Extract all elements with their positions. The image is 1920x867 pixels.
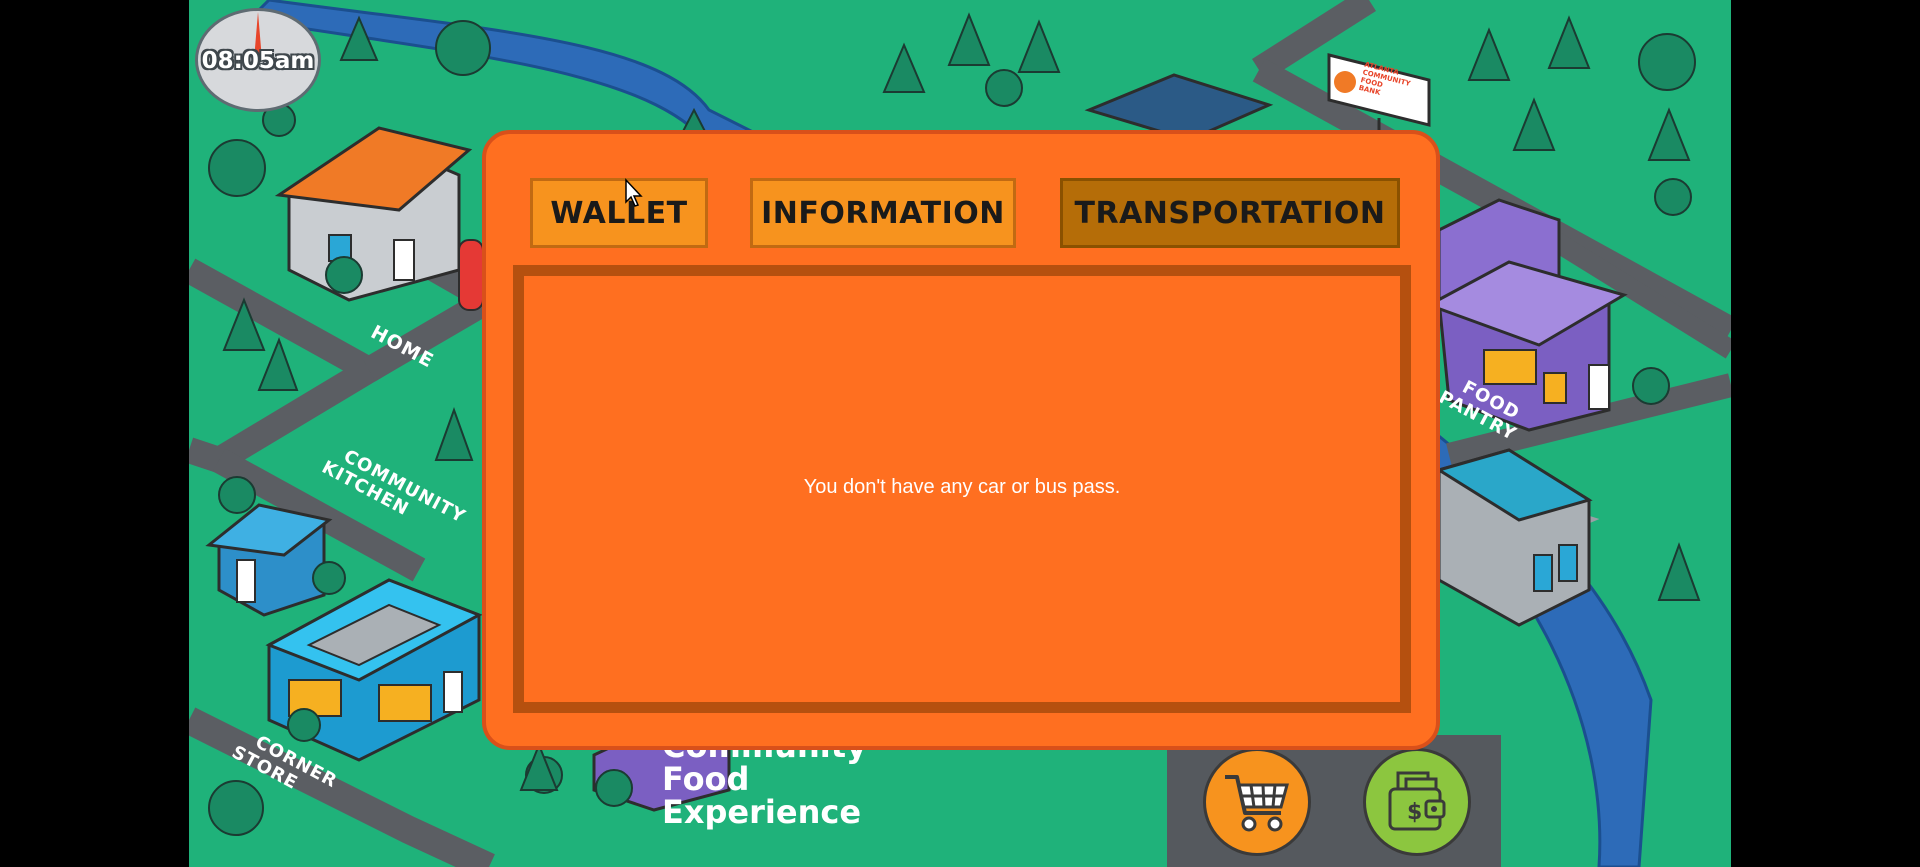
tab-wallet[interactable]: WALLET [530,178,708,248]
svg-text:$: $ [1407,800,1422,825]
mouse-cursor-icon [625,178,643,207]
game-title-line3: Experience [662,793,862,831]
wallet-button[interactable]: $ [1363,748,1471,856]
shopping-cart-icon [1225,775,1289,832]
transportation-panel: You don't have any car or bus pass. [513,265,1411,713]
game-title-line2: Food [662,760,750,798]
tab-transportation[interactable]: TRANSPORTATION [1060,178,1400,248]
game-clock: 08:05am [195,8,325,114]
tab-information[interactable]: INFORMATION [750,178,1016,248]
inventory-modal: WALLET INFORMATION TRANSPORTATION You do… [482,130,1440,750]
wallet-money-icon: $ [1388,771,1446,831]
empty-transport-message: You don't have any car or bus pass. [803,476,1121,498]
clock-time: 08:05am [201,48,315,74]
cart-button[interactable] [1203,748,1311,856]
